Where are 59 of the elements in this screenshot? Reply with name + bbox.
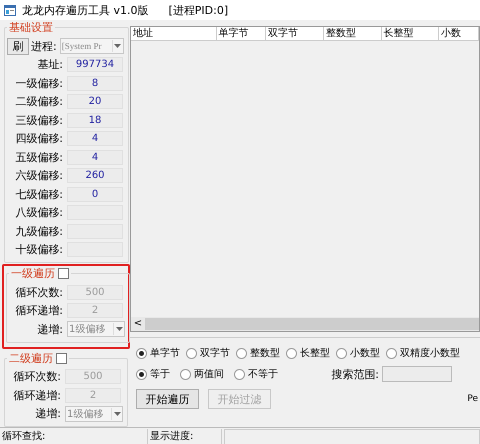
field-label: 进程: <box>31 38 57 54</box>
radio-option[interactable]: 两值间 <box>180 367 224 381</box>
input-field[interactable]: 0 <box>67 186 123 202</box>
column-header[interactable]: 长整型 <box>382 27 440 40</box>
radio-option[interactable]: 小数型 <box>336 346 380 360</box>
input-field[interactable]: 260 <box>67 168 123 184</box>
app-icon <box>4 4 16 16</box>
field-label: 九级偏移: <box>14 224 63 239</box>
status-text: 显示进度: <box>148 428 222 444</box>
field-label: 递增: <box>36 322 63 337</box>
status-text: 循环查找: <box>0 428 148 444</box>
group-title: 一级遍历 <box>11 266 55 281</box>
input-field[interactable]: 4 <box>67 150 123 165</box>
field-label: 五级偏移: <box>14 150 63 165</box>
action-button[interactable]: 开始遍历 <box>136 389 199 409</box>
field-label: 循环递增: <box>12 388 61 403</box>
field-label: 递增: <box>34 406 61 422</box>
scroll-left-button[interactable]: < <box>131 317 145 331</box>
field-label: 一级偏移: <box>14 76 63 91</box>
dropdown-arrow-icon <box>116 327 122 332</box>
field-label: 循环递增: <box>14 303 63 318</box>
field-label: 七级偏移: <box>14 186 63 202</box>
input-field[interactable] <box>382 366 452 382</box>
field-label: 基址: <box>36 57 63 72</box>
field-label: 循环次数: <box>14 284 63 300</box>
field-label: 二级偏移: <box>14 94 63 110</box>
column-header[interactable]: 小数 <box>439 27 480 40</box>
radio-option[interactable]: 单字节 <box>136 346 180 360</box>
radio-option[interactable]: 长整型 <box>286 346 330 360</box>
group-title: 基础设置 <box>9 20 53 35</box>
field-label: 三级偏移: <box>14 112 63 128</box>
label: Pe <box>467 394 478 404</box>
group-title: 二级遍历 <box>9 350 53 366</box>
input-field[interactable]: 20 <box>67 94 123 110</box>
radio-option[interactable]: 双精度小数型 <box>386 346 460 360</box>
radio-option[interactable]: 双字节 <box>186 346 230 360</box>
horizontal-scrollbar[interactable]: < <box>131 317 479 331</box>
input-field[interactable]: 18 <box>67 112 123 128</box>
radio-option[interactable]: 等于 <box>136 367 170 381</box>
process-id-label: [进程PID:0] <box>168 2 228 18</box>
column-header[interactable]: 地址 <box>131 27 216 40</box>
refresh-button[interactable]: 刷 <box>7 38 29 55</box>
field-label: 搜索范围: <box>331 366 379 382</box>
dropdown-arrow-icon <box>114 44 122 48</box>
field-label: 十级偏移: <box>14 242 63 258</box>
column-header[interactable]: 双字节 <box>266 27 324 40</box>
input-field[interactable]: 997734 <box>67 57 123 72</box>
field-label: 六级偏移: <box>14 168 63 184</box>
field-label: 四级偏移: <box>14 131 63 146</box>
input-field[interactable]: 4 <box>67 131 123 146</box>
radio-option[interactable]: 不等于 <box>234 367 278 381</box>
column-header[interactable]: 单字节 <box>216 27 266 40</box>
input-field[interactable]: 8 <box>67 76 123 91</box>
field-label: 八级偏移: <box>14 205 63 220</box>
radio-option[interactable]: 整数型 <box>236 346 280 360</box>
window-title: 龙龙内存遍历工具 v1.0版 <box>22 2 148 18</box>
field-label: 循环次数: <box>12 369 61 384</box>
dropdown-arrow-icon <box>114 412 120 416</box>
column-header[interactable]: 整数型 <box>324 27 382 40</box>
